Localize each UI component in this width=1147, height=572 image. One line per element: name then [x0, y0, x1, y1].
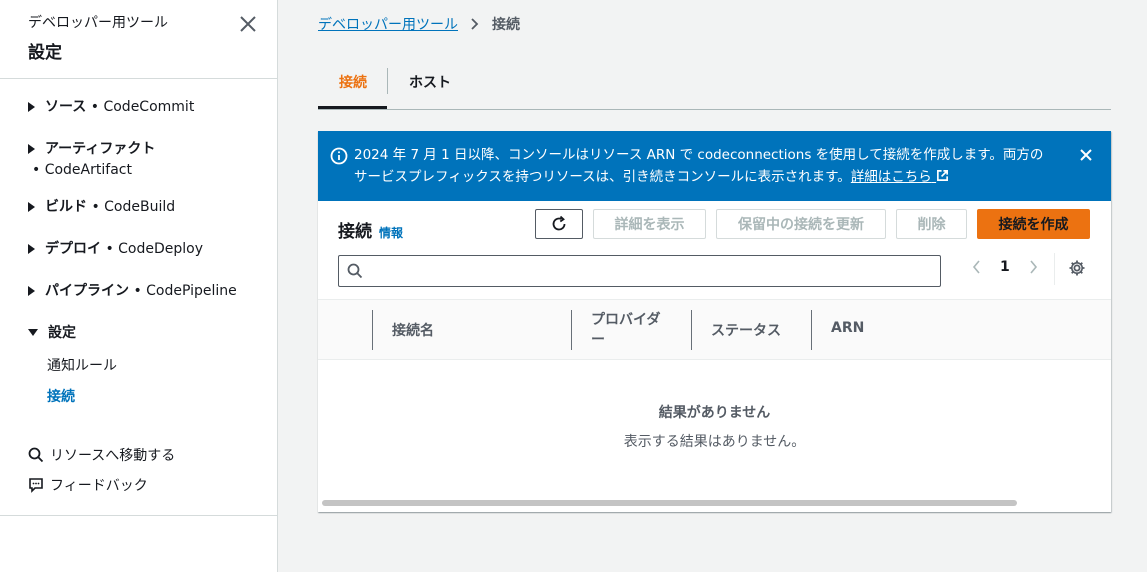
close-sidebar-button[interactable]	[236, 12, 260, 36]
nav-item-pipeline[interactable]: パイプライン • CodePipeline	[28, 281, 237, 301]
caret-right-icon	[28, 244, 35, 254]
nav-sub-notification-rules[interactable]: 通知ルール	[47, 355, 117, 375]
learn-more-link[interactable]: 詳細はこちら	[851, 169, 949, 185]
go-to-resource-link[interactable]: リソースへ移動する	[28, 445, 175, 465]
nav-item-service: • CodeBuild	[87, 199, 176, 215]
util-label: リソースへ移動する	[50, 448, 176, 464]
breadcrumb-parent-link[interactable]: デベロッパー用ツール	[318, 14, 458, 34]
nav-item-build[interactable]: ビルド • CodeBuild	[28, 197, 175, 217]
close-icon	[1080, 149, 1092, 161]
refresh-icon	[552, 215, 566, 231]
search-icon	[347, 263, 363, 279]
current-page[interactable]: 1	[1000, 259, 1010, 275]
tab-separator	[387, 68, 388, 94]
gear-icon	[1069, 260, 1085, 276]
sidebar-header: デベロッパー用ツール 設定	[28, 12, 168, 63]
breadcrumb-current: 接続	[492, 17, 520, 33]
empty-state-message: 表示する結果はありません。	[623, 434, 806, 450]
nav-item-service: • CodeCommit	[86, 99, 195, 115]
column-status[interactable]: ステータス	[711, 320, 781, 340]
table-header: 接続名 プロバイダー ステータス ARN	[318, 299, 1111, 360]
column-divider	[372, 310, 373, 350]
sidebar-divider	[0, 515, 277, 516]
connections-table-container: 2024 年 7 月 1 日以降、コンソールはリソース ARN で codeco…	[318, 131, 1111, 512]
horizontal-scrollbar[interactable]	[322, 500, 1017, 506]
feedback-link[interactable]: フィードバック	[28, 475, 148, 495]
nav-sub-connections[interactable]: 接続	[47, 386, 75, 406]
learn-more-label: 詳細はこちら	[850, 169, 932, 185]
nav-item-deploy[interactable]: デプロイ • CodeDeploy	[28, 239, 203, 259]
caret-right-icon	[28, 286, 35, 296]
nav-item-settings[interactable]: 設定	[28, 323, 76, 343]
pagination-divider	[1054, 253, 1055, 285]
util-label: フィードバック	[50, 478, 148, 494]
view-details-button[interactable]: 詳細を表示	[593, 209, 706, 239]
column-divider	[691, 310, 692, 350]
nav-item-service[interactable]: • CodeArtifact	[32, 160, 132, 180]
side-navigation: デベロッパー用ツール 設定 ソース • CodeCommit アーティファクト …	[0, 0, 278, 572]
preferences-button[interactable]	[1068, 259, 1086, 281]
nav-item-label: アーティファクト	[45, 141, 156, 157]
chevron-right-icon[interactable]	[1028, 260, 1038, 274]
sidebar-subtitle: デベロッパー用ツール	[28, 15, 168, 31]
tab-bar: 接続 ホスト	[318, 64, 1111, 110]
caret-down-icon	[28, 329, 38, 336]
nav-item-service: • CodeDeploy	[101, 241, 204, 257]
nav-item-label: 設定	[48, 325, 76, 341]
nav-item-service: • CodePipeline	[129, 283, 237, 299]
caret-right-icon	[28, 202, 35, 212]
nav-item-label: デプロイ	[45, 241, 101, 257]
chevron-left-icon[interactable]	[972, 260, 982, 274]
column-provider[interactable]: プロバイダー	[591, 310, 671, 350]
create-connection-button[interactable]: 接続を作成	[977, 209, 1090, 239]
column-divider	[811, 310, 812, 350]
empty-state-title: 結果がありません	[658, 405, 771, 421]
nav-item-label: ソース	[45, 99, 87, 115]
delete-button[interactable]: 削除	[896, 209, 967, 239]
update-pending-connection-button[interactable]: 保留中の接続を更新	[716, 209, 886, 239]
tab-connections[interactable]: 接続	[339, 72, 367, 92]
column-divider	[571, 310, 572, 350]
caret-right-icon	[28, 102, 35, 112]
column-arn[interactable]: ARN	[831, 320, 864, 336]
table-title: 接続	[338, 222, 372, 242]
info-link[interactable]: 情報	[379, 224, 403, 241]
active-tab-indicator	[318, 106, 387, 109]
nav-item-label: パイプライン	[45, 283, 129, 299]
close-icon	[240, 16, 256, 32]
nav-item-label: ビルド	[45, 199, 87, 215]
flash-message: 2024 年 7 月 1 日以降、コンソールはリソース ARN で codeco…	[354, 144, 1054, 188]
dismiss-flash-button[interactable]	[1078, 147, 1094, 167]
breadcrumb: デベロッパー用ツール 接続	[318, 14, 520, 34]
search-input[interactable]	[367, 260, 927, 282]
refresh-button[interactable]	[535, 209, 583, 239]
info-icon	[330, 147, 348, 165]
caret-right-icon	[28, 144, 35, 154]
external-link-icon	[937, 170, 949, 181]
nav-item-artifact[interactable]: アーティファクト	[28, 139, 155, 159]
search-box	[338, 255, 941, 287]
pagination: 1	[972, 259, 1038, 275]
sidebar-title: 設定	[28, 43, 62, 63]
info-flashbar: 2024 年 7 月 1 日以降、コンソールはリソース ARN で codeco…	[318, 131, 1111, 201]
sidebar-divider	[0, 78, 277, 79]
search-icon	[28, 447, 44, 463]
column-connection-name[interactable]: 接続名	[392, 320, 434, 340]
chevron-right-icon	[471, 18, 479, 30]
nav-item-source[interactable]: ソース • CodeCommit	[28, 97, 194, 117]
tab-hosts[interactable]: ホスト	[409, 72, 451, 92]
feedback-icon	[29, 478, 43, 493]
